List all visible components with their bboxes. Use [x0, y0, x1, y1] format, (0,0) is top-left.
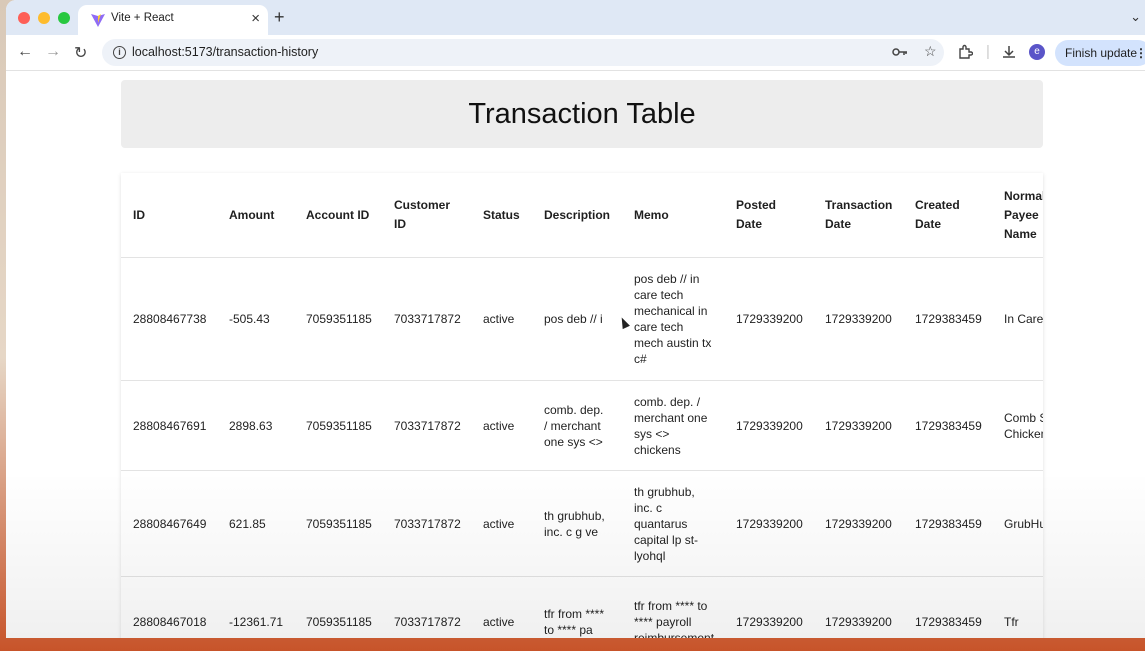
column-header[interactable]: Created Date	[903, 173, 992, 258]
table-cell: th grubhub, inc. c quantarus capital lp …	[622, 470, 724, 577]
table-cell: active	[471, 470, 532, 577]
table-cell: 1729339200	[724, 576, 813, 638]
table-cell: -505.43	[217, 257, 294, 381]
table-cell: 1729339200	[724, 380, 813, 471]
maximize-window-button[interactable]	[58, 12, 70, 24]
table-cell: 1729383459	[903, 257, 992, 381]
forward-arrow-icon[interactable]: →	[45, 43, 61, 61]
table-cell: 1729339200	[724, 470, 813, 577]
table-cell: 7033717872	[382, 470, 471, 577]
table-header-row: ID Amount Account ID Customer ID Status …	[121, 173, 1043, 258]
table-cell: 28808467649	[121, 470, 217, 577]
column-header[interactable]: Account ID	[294, 173, 382, 258]
table-cell: 1729339200	[813, 470, 903, 577]
table-cell: 1729383459	[903, 470, 992, 577]
page-title: Transaction Table	[468, 98, 696, 130]
table-cell: 1729383459	[903, 380, 992, 471]
table-cell: 1729339200	[813, 576, 903, 638]
table-cell: 28808467018	[121, 576, 217, 638]
extensions-icon[interactable]	[957, 44, 973, 60]
table-cell: 7059351185	[294, 470, 382, 577]
finish-update-label: Finish update	[1065, 46, 1138, 60]
table-cell: 7059351185	[294, 257, 382, 381]
column-header[interactable]: Transaction Date	[813, 173, 903, 258]
table-cell: Comb S Chicken	[992, 380, 1043, 471]
table-cell: active	[471, 576, 532, 638]
table-cell: 7059351185	[294, 380, 382, 471]
table-cell: pos deb // i	[532, 257, 622, 381]
toolbar-divider: |	[986, 43, 990, 60]
table-cell: pos deb // in care tech mechanical in ca…	[622, 257, 724, 381]
tab-search-chevron-icon[interactable]: ⌄	[1130, 9, 1141, 25]
reload-icon[interactable]: ↻	[74, 43, 87, 63]
download-icon[interactable]	[1001, 44, 1017, 60]
table-cell: In Care	[992, 257, 1043, 381]
new-tab-icon[interactable]: +	[274, 7, 285, 28]
table-cell: -12361.71	[217, 576, 294, 638]
table-cell: 7033717872	[382, 257, 471, 381]
tab-vite-react[interactable]: Vite + React ×	[78, 5, 268, 35]
table-cell: tfr from **** to **** pa	[532, 576, 622, 638]
tab-strip: Vite + React × + ⌄	[6, 0, 1145, 35]
close-tab-icon[interactable]: ×	[251, 10, 260, 27]
url-text[interactable]: localhost:5173/transaction-history	[132, 45, 318, 59]
table-row[interactable]: 28808467649 621.85 7059351185 7033717872…	[121, 470, 1043, 577]
column-header[interactable]: Status	[471, 173, 532, 258]
column-header[interactable]: ID	[121, 173, 217, 258]
table-row[interactable]: 28808467691 2898.63 7059351185 703371787…	[121, 380, 1043, 471]
minimize-window-button[interactable]	[38, 12, 50, 24]
table-cell: 1729339200	[724, 257, 813, 381]
table-cell: 7059351185	[294, 576, 382, 638]
table-cell: th grubhub, inc. c g ve	[532, 470, 622, 577]
transaction-table-container: ID Amount Account ID Customer ID Status …	[121, 173, 1043, 638]
table-cell: Tfr	[992, 576, 1043, 638]
column-header[interactable]: Normal Payee Name	[992, 173, 1043, 258]
table-cell: tfr from **** to **** payroll reimbursem…	[622, 576, 724, 638]
table-cell: 28808467691	[121, 380, 217, 471]
finish-update-button[interactable]: Finish update ⋮	[1055, 40, 1145, 66]
page-header: Transaction Table	[121, 80, 1043, 148]
table-cell: comb. dep. / merchant one sys <> chicken…	[622, 380, 724, 471]
column-header[interactable]: Posted Date	[724, 173, 813, 258]
table-cell: 7033717872	[382, 380, 471, 471]
close-window-button[interactable]	[18, 12, 30, 24]
site-info-icon[interactable]: i	[113, 46, 126, 59]
browser-window: Vite + React × + ⌄ ← → ↻ i localhost:517…	[6, 0, 1145, 638]
table-cell: 1729383459	[903, 576, 992, 638]
table-cell: 1729339200	[813, 257, 903, 381]
address-bar[interactable]: i localhost:5173/transaction-history ☆	[102, 39, 944, 66]
column-header[interactable]: Customer ID	[382, 173, 471, 258]
profile-avatar[interactable]: e	[1029, 44, 1045, 60]
column-header[interactable]: Memo	[622, 173, 724, 258]
back-arrow-icon[interactable]: ←	[17, 43, 33, 61]
more-menu-icon[interactable]: ⋮	[1135, 40, 1145, 66]
vite-logo-icon	[91, 14, 105, 27]
page-content: Transaction Table ID Amount Account ID C…	[6, 71, 1145, 638]
column-header[interactable]: Amount	[217, 173, 294, 258]
column-header[interactable]: Description	[532, 173, 622, 258]
table-cell: 2898.63	[217, 380, 294, 471]
table-row[interactable]: 28808467738 -505.43 7059351185 703371787…	[121, 257, 1043, 381]
table-cell: active	[471, 257, 532, 381]
table-cell: comb. dep. / merchant one sys <>	[532, 380, 622, 471]
table-cell: 1729339200	[813, 380, 903, 471]
browser-toolbar: ← → ↻ i localhost:5173/transaction-histo…	[6, 35, 1145, 71]
table-cell: active	[471, 380, 532, 471]
key-icon[interactable]	[892, 46, 908, 58]
table-cell: GrubHu	[992, 470, 1043, 577]
table-cell: 621.85	[217, 470, 294, 577]
table-cell: 28808467738	[121, 257, 217, 381]
table-row[interactable]: 28808467018 -12361.71 7059351185 7033717…	[121, 576, 1043, 638]
transaction-table: ID Amount Account ID Customer ID Status …	[121, 173, 1043, 638]
bookmark-star-icon[interactable]: ☆	[924, 43, 937, 60]
tab-title: Vite + React	[111, 12, 174, 24]
table-cell: 7033717872	[382, 576, 471, 638]
